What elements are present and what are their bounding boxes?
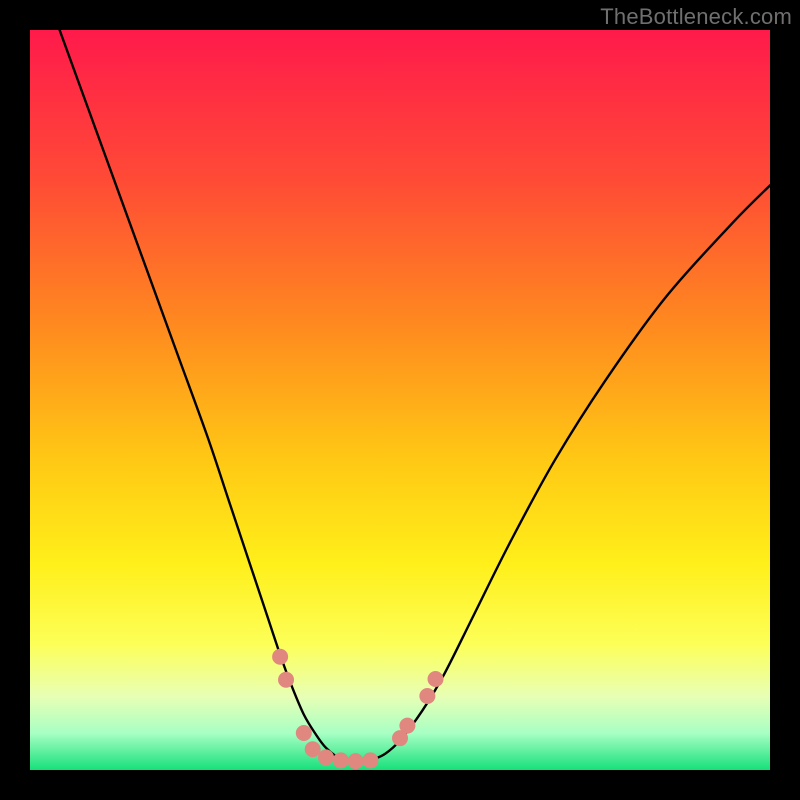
curve-marker xyxy=(272,649,288,665)
curve-marker xyxy=(318,749,334,765)
chart-background xyxy=(30,30,770,770)
curve-marker xyxy=(296,725,312,741)
curve-marker xyxy=(348,753,364,769)
curve-marker xyxy=(305,741,321,757)
curve-marker xyxy=(399,718,415,734)
watermark-text: TheBottleneck.com xyxy=(600,4,792,30)
curve-marker xyxy=(419,688,435,704)
chart-frame: TheBottleneck.com xyxy=(0,0,800,800)
curve-marker xyxy=(362,752,378,768)
chart-plot-area xyxy=(30,30,770,770)
curve-marker xyxy=(428,671,444,687)
chart-svg xyxy=(30,30,770,770)
curve-marker xyxy=(278,672,294,688)
curve-marker xyxy=(333,752,349,768)
